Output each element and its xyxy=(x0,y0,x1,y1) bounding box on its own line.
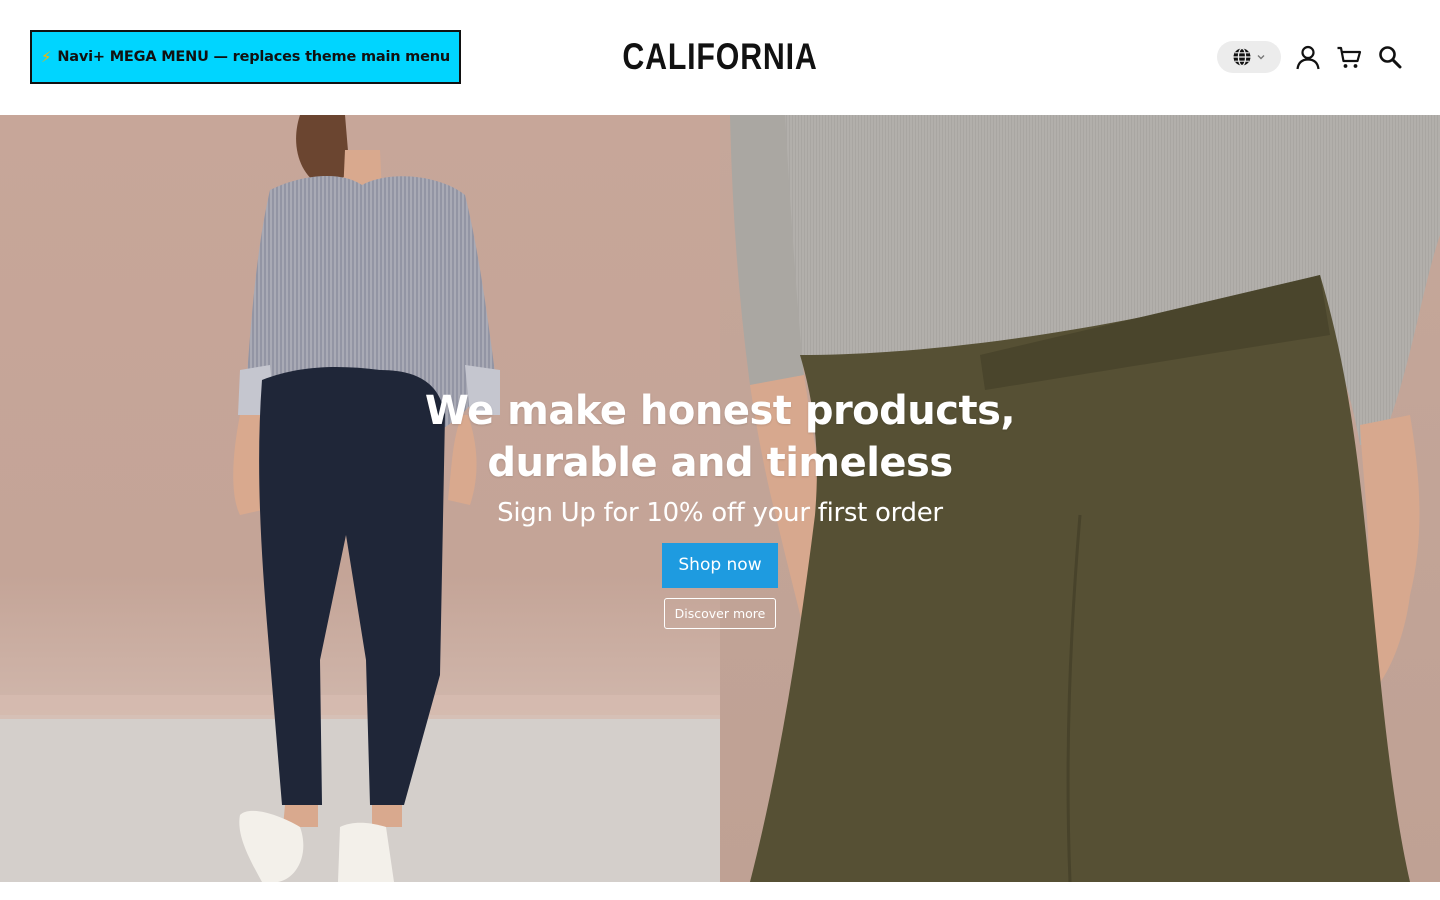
next-section-edge xyxy=(0,882,1440,900)
account-icon[interactable] xyxy=(1294,43,1322,71)
globe-icon xyxy=(1232,47,1252,67)
discover-more-button[interactable]: Discover more xyxy=(664,598,776,629)
chevron-down-icon xyxy=(1256,52,1266,62)
site-header: ⚡ Navi+ MEGA MENU — replaces theme main … xyxy=(0,0,1440,115)
hero-title-line-2: durable and timeless xyxy=(487,440,953,486)
cart-icon[interactable] xyxy=(1335,43,1363,71)
language-selector[interactable] xyxy=(1217,41,1281,73)
lightning-icon: ⚡ xyxy=(41,48,52,66)
store-logo[interactable]: CALIFORNIA xyxy=(130,36,1311,78)
hero-content: We make honest products, durable and tim… xyxy=(0,385,1440,629)
shop-now-button[interactable]: Shop now xyxy=(662,543,778,588)
hero-title-line-1: We make honest products, xyxy=(424,388,1016,434)
hero-banner: We make honest products, durable and tim… xyxy=(0,115,1440,882)
search-icon[interactable] xyxy=(1376,43,1404,71)
hero-title: We make honest products, durable and tim… xyxy=(0,385,1440,489)
header-icons xyxy=(1217,40,1404,74)
discover-more-wrapper: Discover more xyxy=(0,598,1440,629)
hero-subtitle: Sign Up for 10% off your first order xyxy=(497,498,943,528)
